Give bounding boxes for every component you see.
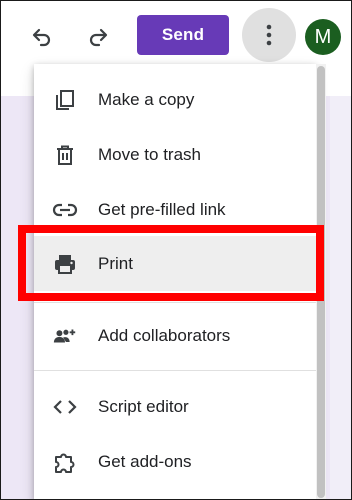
link-icon: [52, 197, 78, 223]
menu-item-script-editor[interactable]: Script editor: [34, 379, 316, 434]
redo-icon: [89, 28, 108, 47]
more-options-button[interactable]: [242, 8, 296, 62]
menu-item-label: Make a copy: [98, 89, 195, 109]
redo-button[interactable]: [82, 20, 114, 52]
undo-button[interactable]: [26, 20, 58, 52]
menu-item-label: Move to trash: [98, 144, 201, 164]
send-button[interactable]: Send: [137, 15, 229, 55]
menu-item-make-a-copy[interactable]: Make a copy: [34, 72, 316, 127]
menu-item-label: Script editor: [98, 396, 189, 416]
trash-icon: [52, 142, 78, 168]
menu-divider: [34, 370, 316, 371]
more-vert-icon: [266, 24, 272, 46]
menu-item-label: Get add-ons: [98, 451, 192, 471]
code-icon: [52, 394, 78, 420]
top-toolbar: Send M: [0, 0, 352, 70]
menu-item-move-to-trash[interactable]: Move to trash: [34, 127, 316, 182]
undo-icon: [32, 28, 51, 47]
copy-icon: [52, 87, 78, 113]
menu-item-add-collaborators[interactable]: Add collaborators: [34, 308, 316, 363]
highlight-box: [18, 225, 324, 301]
add-people-icon: [52, 323, 78, 349]
form-background-edge: [330, 96, 352, 500]
account-avatar[interactable]: M: [305, 19, 341, 55]
menu-item-get-add-ons[interactable]: Get add-ons: [34, 434, 316, 489]
menu-item-label: Add collaborators: [98, 325, 231, 345]
menu-item-label: Get pre-filled link: [98, 199, 226, 219]
puzzle-icon: [52, 449, 78, 475]
menu-divider: [34, 302, 316, 303]
